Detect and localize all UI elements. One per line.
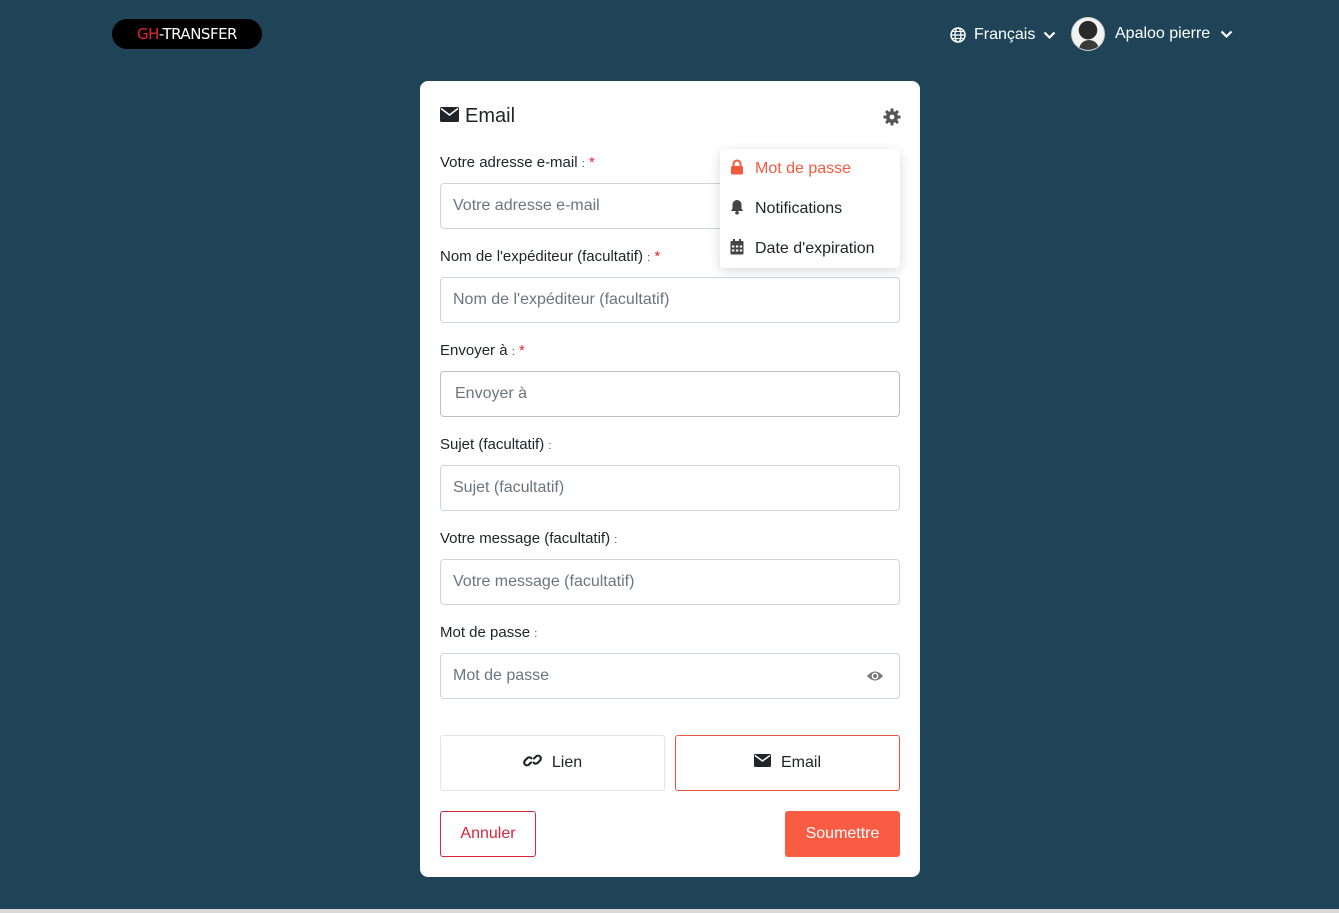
calendar-icon [730, 238, 744, 260]
label-colon: : [647, 252, 651, 264]
required-mark: * [654, 248, 661, 265]
label-colon: : [581, 158, 585, 170]
top-navbar: GH -TRANSFER Français Apaloo pierre [0, 0, 1339, 70]
dropdown-item-password[interactable]: Mot de passe [720, 149, 900, 189]
logo-transfer-text: -TRANSFER [158, 25, 238, 43]
email-transfer-card: Email Votre adresse e-mail : * Nom de l'… [420, 81, 920, 877]
dropdown-item-notifications[interactable]: Notifications [720, 189, 900, 229]
dropdown-item-label: Notifications [755, 200, 843, 217]
envelope-icon [753, 754, 771, 772]
password-label: Mot de passe : [440, 624, 537, 641]
dropdown-item-label: Mot de passe [755, 160, 852, 177]
page-bottom-edge [0, 909, 1339, 913]
send-to-label: Envoyer à : * [440, 342, 525, 359]
bell-icon [730, 199, 744, 220]
dropdown-item-expiration-date[interactable]: Date d'expiration [720, 229, 900, 269]
link-mode-label: Lien [551, 754, 583, 771]
label-colon: : [614, 534, 618, 546]
message-label: Votre message (facultatif) : [440, 530, 617, 547]
language-selector[interactable]: Français [950, 24, 1056, 46]
chevron-down-icon [1043, 31, 1056, 40]
dropdown-item-label: Date d'expiration [755, 240, 875, 257]
eye-icon[interactable] [866, 669, 884, 683]
password-input[interactable] [440, 653, 900, 699]
envelope-icon [440, 105, 459, 128]
email-label-text: Votre adresse e-mail [440, 154, 578, 171]
sender-name-label-text: Nom de l'expéditeur (facultatif) [440, 248, 643, 265]
logo-gh-text: GH [137, 25, 159, 43]
settings-dropdown-menu: Mot de passe Notifications Date d'expira… [720, 149, 900, 268]
link-mode-button[interactable]: Lien [440, 735, 665, 791]
message-label-text: Votre message (facultatif) [440, 530, 611, 547]
card-title: Email [440, 105, 515, 128]
logo[interactable]: GH -TRANSFER [112, 19, 262, 49]
language-label: Français [974, 26, 1036, 43]
password-label-text: Mot de passe [440, 624, 531, 641]
label-colon: : [534, 628, 538, 640]
required-mark: * [518, 342, 525, 359]
required-mark: * [588, 154, 595, 171]
email-mode-button[interactable]: Email [675, 735, 900, 791]
sender-name-input[interactable] [440, 277, 900, 323]
globe-icon [950, 27, 966, 43]
send-to-input[interactable] [440, 371, 900, 417]
card-title-text: Email [465, 105, 516, 127]
message-input[interactable] [440, 559, 900, 605]
lock-icon [730, 159, 744, 180]
user-name: Apaloo pierre [1115, 25, 1211, 42]
send-to-label-text: Envoyer à [440, 342, 508, 359]
subject-label-text: Sujet (facultatif) [440, 436, 545, 453]
subject-input[interactable] [440, 465, 900, 511]
submit-button[interactable]: Soumettre [785, 811, 900, 857]
label-colon: : [548, 440, 552, 452]
gear-icon[interactable] [883, 108, 901, 126]
label-colon: : [511, 346, 515, 358]
subject-label: Sujet (facultatif) : [440, 436, 551, 453]
cancel-button[interactable]: Annuler [440, 811, 536, 857]
chevron-down-icon [1220, 30, 1233, 39]
avatar [1071, 17, 1105, 51]
email-label: Votre adresse e-mail : * [440, 154, 595, 171]
user-menu[interactable]: Apaloo pierre [1071, 17, 1233, 51]
sender-name-label: Nom de l'expéditeur (facultatif) : * [440, 248, 660, 265]
link-icon [522, 753, 542, 773]
email-mode-label: Email [780, 754, 821, 771]
